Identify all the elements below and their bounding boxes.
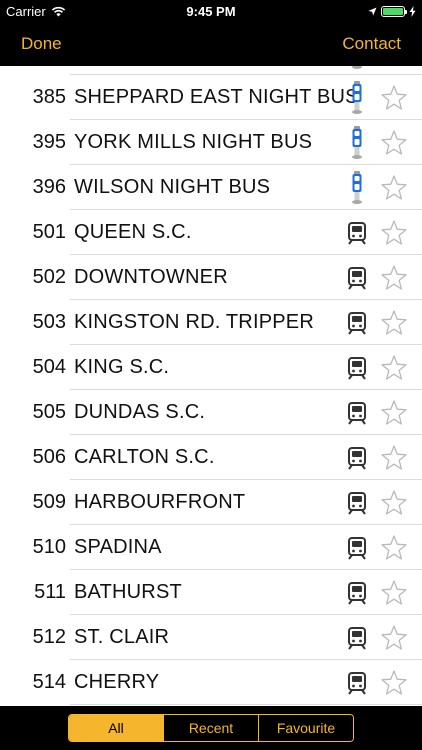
night-bus-stop-icon	[351, 126, 363, 160]
route-number: 395	[32, 131, 66, 153]
navigation-bar: Done Contact	[0, 22, 422, 66]
favourite-star-icon[interactable]	[380, 174, 408, 202]
route-name: BATHURST	[74, 581, 182, 603]
filter-bar: All Recent Favourite	[0, 706, 422, 750]
route-number: 396	[32, 176, 66, 198]
favourite-star-icon[interactable]	[380, 354, 408, 382]
route-list[interactable]: 385 SHEPPARD EAST NIGHT BUS 395 YORK MILLS …	[0, 66, 422, 706]
filter-segmented-control: All Recent Favourite	[68, 714, 354, 742]
route-row[interactable]: 395 YORK MILLS NIGHT BUS	[0, 120, 422, 165]
route-number: 504	[32, 356, 66, 378]
route-row[interactable]: 505 DUNDAS S.C.	[0, 390, 422, 435]
route-row[interactable]	[0, 66, 422, 75]
status-right	[368, 5, 416, 17]
route-row[interactable]: 504 KING S.C.	[0, 345, 422, 390]
route-row[interactable]: 503 KINGSTON RD. TRIPPER	[0, 300, 422, 345]
route-name: WILSON NIGHT BUS	[74, 176, 271, 198]
route-number	[0, 66, 66, 75]
favourite-star-icon[interactable]	[380, 129, 408, 157]
streetcar-icon	[346, 311, 368, 335]
route-row[interactable]: 514 CHERRY	[0, 660, 422, 705]
favourite-star-icon[interactable]	[380, 66, 408, 67]
filter-tab-recent[interactable]: Recent	[163, 715, 258, 741]
streetcar-icon	[346, 401, 368, 425]
battery-icon	[381, 5, 407, 17]
route-number: 506	[32, 446, 66, 468]
status-bar: Carrier 9:45 PM	[0, 0, 422, 22]
carrier-label: Carrier	[6, 3, 46, 19]
wifi-icon	[51, 6, 65, 16]
route-row[interactable]: 396 WILSON NIGHT BUS	[0, 165, 422, 210]
favourite-star-icon[interactable]	[380, 444, 408, 472]
night-bus-stop-icon	[351, 171, 363, 205]
route-name: SPADINA	[74, 536, 162, 558]
streetcar-icon	[346, 626, 368, 650]
streetcar-icon	[346, 266, 368, 290]
route-number: 509	[32, 491, 66, 513]
favourite-star-icon[interactable]	[380, 624, 408, 652]
route-number: 512	[32, 626, 66, 648]
route-row[interactable]: 501 QUEEN S.C.	[0, 210, 422, 255]
status-left: Carrier	[6, 4, 66, 19]
streetcar-icon	[346, 491, 368, 515]
route-name: KING S.C.	[74, 356, 170, 378]
route-number: 502	[32, 266, 66, 288]
location-arrow-icon	[368, 6, 377, 16]
night-bus-stop-icon	[351, 81, 363, 115]
streetcar-icon	[346, 356, 368, 380]
favourite-star-icon[interactable]	[380, 579, 408, 607]
charging-bolt-icon	[409, 5, 416, 17]
favourite-star-icon[interactable]	[380, 309, 408, 337]
favourite-star-icon[interactable]	[380, 534, 408, 562]
route-number: 514	[32, 671, 66, 693]
filter-tab-favourite[interactable]: Favourite	[258, 715, 353, 741]
route-row[interactable]: 506 CARLTON S.C.	[0, 435, 422, 480]
route-name: DUNDAS S.C.	[74, 401, 206, 423]
favourite-star-icon[interactable]	[380, 264, 408, 292]
route-name: ST. CLAIR	[74, 626, 170, 648]
favourite-star-icon[interactable]	[380, 489, 408, 517]
route-name: QUEEN S.C.	[74, 221, 192, 243]
route-name: DOWNTOWNER	[74, 266, 228, 288]
route-number: 385	[32, 86, 66, 108]
route-row[interactable]: 502 DOWNTOWNER	[0, 255, 422, 300]
done-button[interactable]: Done	[21, 34, 62, 54]
favourite-star-icon[interactable]	[380, 84, 408, 112]
route-number: 511	[34, 581, 66, 603]
route-name: HARBOURFRONT	[74, 491, 246, 513]
favourite-star-icon[interactable]	[380, 399, 408, 427]
streetcar-icon	[346, 581, 368, 605]
night-bus-stop-icon	[351, 66, 363, 70]
streetcar-icon	[346, 671, 368, 695]
favourite-star-icon[interactable]	[380, 669, 408, 697]
streetcar-icon	[346, 446, 368, 470]
route-row[interactable]: 511 BATHURST	[0, 570, 422, 615]
route-name: SHEPPARD EAST NIGHT BUS	[74, 86, 359, 108]
route-name: KINGSTON RD. TRIPPER	[74, 311, 314, 333]
row-separator	[70, 704, 422, 705]
route-row[interactable]: 510 SPADINA	[0, 525, 422, 570]
route-row[interactable]: 385 SHEPPARD EAST NIGHT BUS	[0, 75, 422, 120]
route-number: 510	[32, 536, 66, 558]
route-name: CARLTON S.C.	[74, 446, 215, 468]
route-row[interactable]: 512 ST. CLAIR	[0, 615, 422, 660]
route-number: 503	[32, 311, 66, 333]
route-number: 501	[32, 221, 66, 243]
streetcar-icon	[346, 221, 368, 245]
route-name: YORK MILLS NIGHT BUS	[74, 131, 313, 153]
route-name: CHERRY	[74, 671, 160, 693]
route-row[interactable]: 509 HARBOURFRONT	[0, 480, 422, 525]
favourite-star-icon[interactable]	[380, 219, 408, 247]
contact-button[interactable]: Contact	[342, 34, 401, 54]
route-number: 505	[32, 401, 66, 423]
filter-tab-all[interactable]: All	[69, 715, 163, 741]
streetcar-icon	[346, 536, 368, 560]
